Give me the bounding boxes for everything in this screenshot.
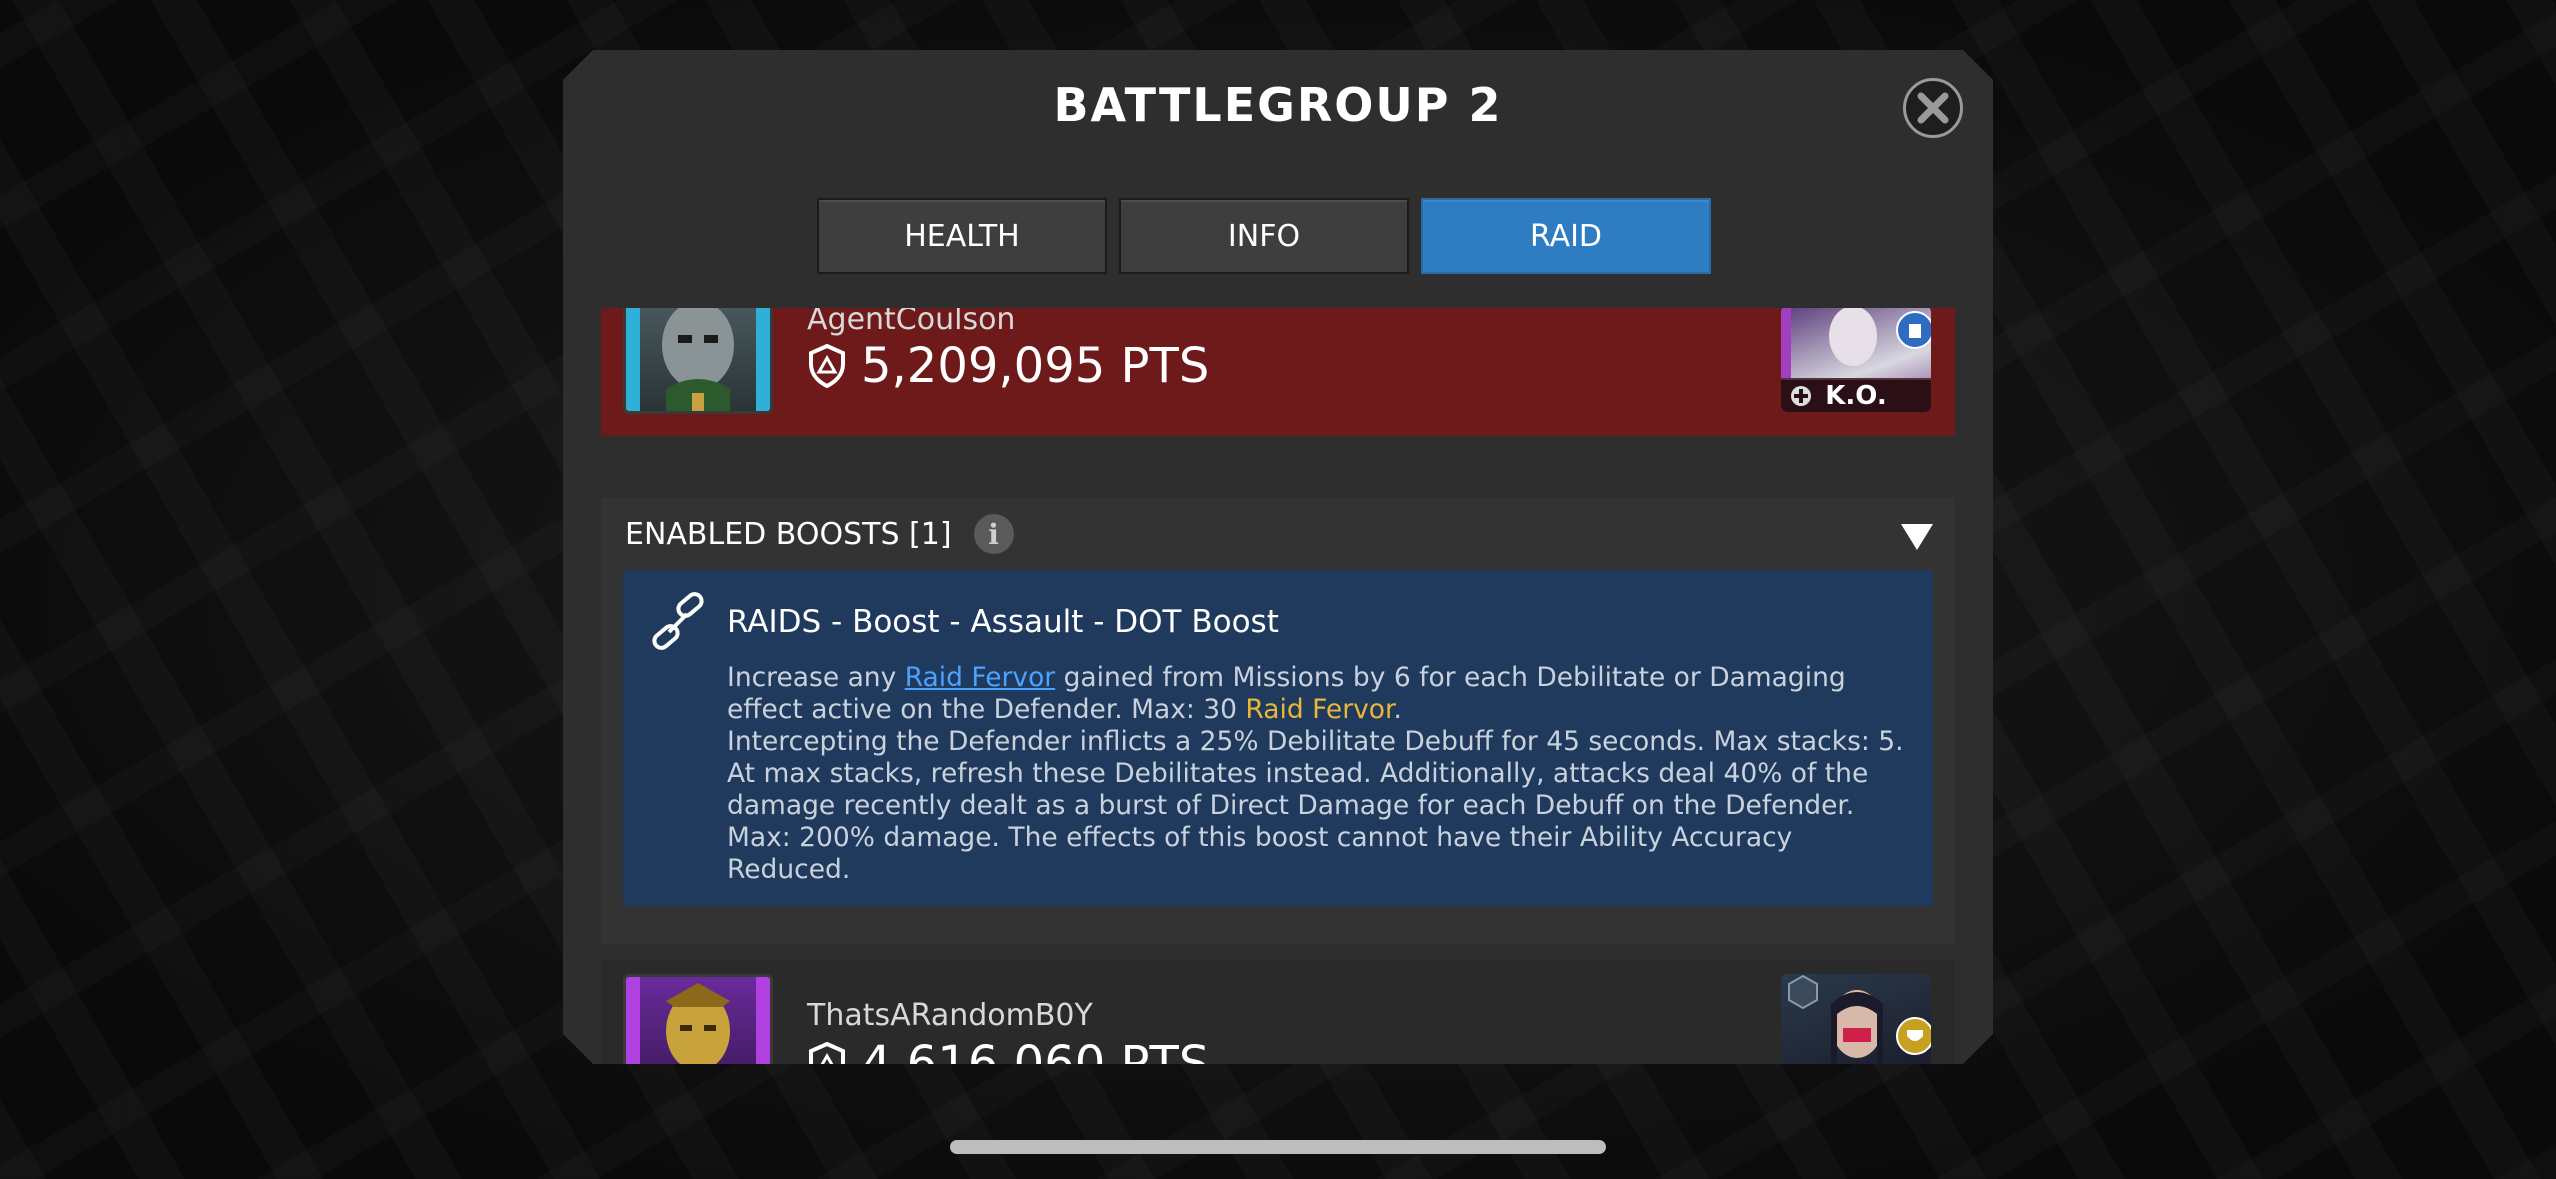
page-title: BATTLEGROUP 2: [1053, 78, 1503, 132]
doom-mask-icon: [626, 308, 770, 411]
raid-fervor-highlight: Raid Fervor: [1245, 694, 1394, 725]
points-value: 4,616,060 PTS: [861, 1036, 1210, 1064]
boosts-header[interactable]: ENABLED BOOSTS [1] i: [625, 514, 1014, 554]
tab-raid[interactable]: RAID: [1421, 198, 1711, 274]
close-icon: [1916, 91, 1950, 125]
player-name: AgentCoulson: [807, 308, 1016, 337]
tab-health[interactable]: HEALTH: [817, 198, 1107, 274]
ko-status: K.O.: [1781, 378, 1931, 412]
defender-champion[interactable]: [1781, 974, 1931, 1064]
player-avatar: [623, 308, 773, 414]
tab-bar: HEALTH INFO RAID: [817, 198, 1711, 274]
shield-icon: [807, 1042, 847, 1064]
link-chain-icon: [647, 592, 709, 654]
boost-description: Increase any Raid Fervor gained from Mis…: [727, 662, 1917, 886]
champion-portrait-icon: [1781, 308, 1931, 378]
boost-title: RAIDS - Boost - Assault - DOT Boost: [727, 604, 1279, 640]
collapse-arrow-icon[interactable]: [1901, 524, 1933, 550]
raid-fervor-link[interactable]: Raid Fervor: [905, 662, 1055, 693]
player-avatar: [623, 974, 773, 1064]
player-row-agentcoulson[interactable]: AgentCoulson 5,209,095 PTS K.O.: [601, 308, 1955, 436]
enabled-boosts-section: ENABLED BOOSTS [1] i RAIDS - Boost - Ass…: [601, 498, 1955, 944]
close-button[interactable]: [1903, 78, 1963, 138]
champion-portrait-icon: [1781, 974, 1931, 1064]
ko-label: K.O.: [1825, 381, 1887, 411]
golden-warrior-icon: [626, 977, 770, 1064]
player-points: 4,616,060 PTS: [807, 1036, 1209, 1064]
info-icon[interactable]: i: [974, 514, 1014, 554]
tab-info[interactable]: INFO: [1119, 198, 1409, 274]
desc-text: Increase any: [727, 662, 905, 693]
desc-text: .: [1393, 694, 1402, 725]
boosts-header-label: ENABLED BOOSTS [1]: [625, 516, 952, 552]
player-points: 5,209,095 PTS: [807, 338, 1209, 394]
player-list[interactable]: AgentCoulson 5,209,095 PTS K.O. ENABLED …: [601, 308, 1955, 1064]
boost-card: RAIDS - Boost - Assault - DOT Boost Incr…: [623, 570, 1933, 906]
home-indicator[interactable]: [950, 1140, 1606, 1154]
desc-text: Intercepting the Defender inflicts a 25%…: [727, 726, 1904, 885]
player-name: ThatsARandomB0Y: [807, 998, 1093, 1033]
shield-icon: [807, 344, 847, 388]
player-row-thatsarandomboy[interactable]: ThatsARandomB0Y 4,616,060 PTS: [601, 960, 1955, 1064]
defender-champion[interactable]: K.O.: [1781, 308, 1931, 412]
points-value: 5,209,095 PTS: [861, 338, 1210, 394]
health-plus-icon: [1789, 384, 1813, 412]
battlegroup-panel: BATTLEGROUP 2 HEALTH INFO RAID AgentCoul…: [563, 50, 1993, 1064]
